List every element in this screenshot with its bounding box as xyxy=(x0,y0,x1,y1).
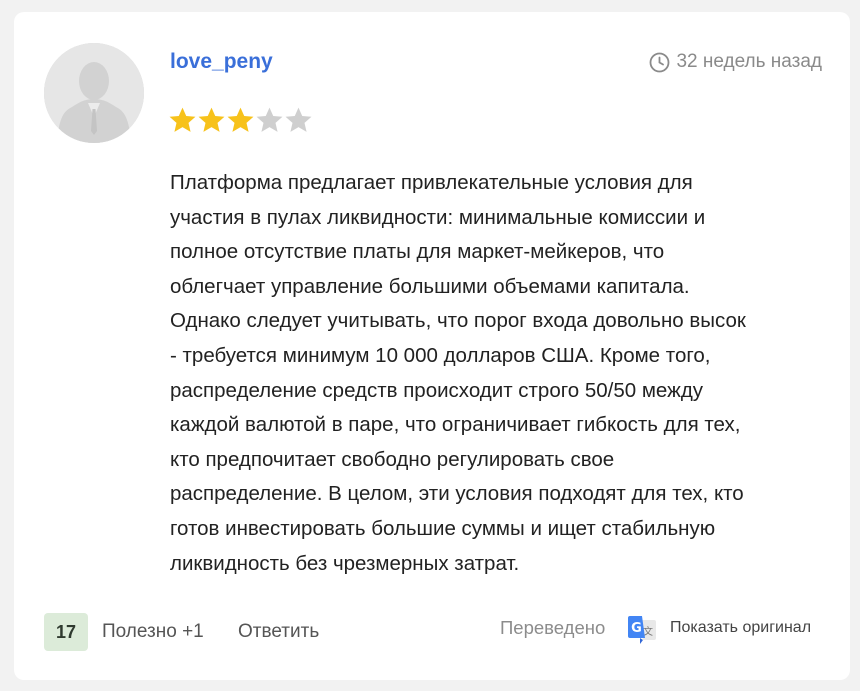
star-filled-icon xyxy=(226,106,255,134)
svg-text:G: G xyxy=(631,621,642,636)
review-card: love_peny 32 недель назад Платформа пред… xyxy=(14,12,850,680)
user-silhouette-icon xyxy=(44,43,144,143)
review-text-line: кто предпочитает свободно регулировать с… xyxy=(170,447,615,471)
star-empty-icon xyxy=(255,106,284,134)
star-empty-icon xyxy=(284,106,313,134)
star-filled-icon xyxy=(168,106,197,134)
helpful-count-badge: 17 xyxy=(44,613,88,651)
review-text-line: готов инвестировать большие суммы и ищет… xyxy=(170,516,716,540)
review-text-line: распределение средств происходит строго … xyxy=(170,378,704,402)
reply-button[interactable]: Ответить xyxy=(238,621,319,643)
review-text-line: Платформа предлагает привлекательные усл… xyxy=(170,171,693,194)
star-rating xyxy=(168,106,313,134)
google-translate-icon: 文 G xyxy=(626,616,658,646)
review-text-line: полное отсутствие платы для маркет-мейке… xyxy=(170,240,665,264)
helpful-button[interactable]: Полезно +1 xyxy=(102,621,204,643)
star-filled-icon xyxy=(197,106,226,134)
review-text-line: участия в пулах ликвидности: минимальные… xyxy=(170,205,706,229)
review-text: Платформа предлагает привлекательные усл… xyxy=(170,166,830,581)
clock-icon xyxy=(649,52,670,73)
review-text-line: ликвидность без чрезмерных затрат. xyxy=(170,551,520,575)
review-text-line: распределение. В целом, эти условия подх… xyxy=(170,482,744,506)
review-timestamp: 32 недель назад xyxy=(649,51,822,73)
review-text-line: - требуется минимум 10 000 долларов США.… xyxy=(170,343,711,367)
translated-label: Переведено xyxy=(500,617,606,638)
avatar[interactable] xyxy=(44,43,144,143)
time-ago-text: 32 недель назад xyxy=(676,51,822,72)
review-text-line: каждой валютой в паре, что ограничивает … xyxy=(170,413,741,437)
review-text-line: Однако следует учитывать, что порог вход… xyxy=(170,309,746,333)
show-original-link[interactable]: Показать оригинал xyxy=(670,619,811,637)
review-text-line: облегчает управление большими объемами к… xyxy=(170,274,690,298)
username-link[interactable]: love_peny xyxy=(170,50,273,74)
